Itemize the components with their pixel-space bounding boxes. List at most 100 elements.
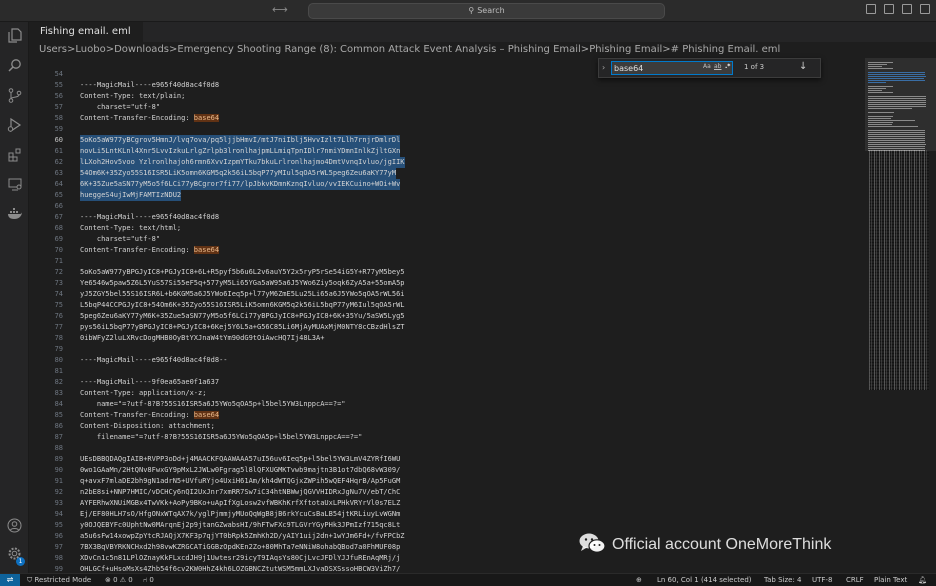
remote-explorer-icon[interactable] [6,178,23,195]
line-content: pys56iL5bqP77yBPGJyIC8+PGJyIC8+6Kej5Y6L5… [80,323,405,331]
line-text: charset="utf-8" [80,234,160,245]
minimap-line [868,82,886,83]
code-line[interactable]: 91 q+avxF7mlaDE2bh9gN1adrN5+UVfuRYjo4UxiH… [29,476,865,487]
toggle-secondary-sidebar-icon[interactable] [902,4,912,14]
use-regex-toggle[interactable]: .* [725,63,730,70]
gear-icon[interactable]: 1 [6,546,25,566]
line-number: 98 [54,554,63,562]
code-line[interactable]: 65 hueggeS4ujIwMjFAMTIzNDU2 [29,190,865,201]
bell-icon[interactable]: 🔔︎ [918,574,927,586]
ports-indicator[interactable]: ⑁ 0 [143,574,154,586]
toggle-primary-sidebar-icon[interactable] [866,4,876,14]
line-text: L5bqP44CCPGJyIC8+54Om6K+35Zyo55S16ISR5Li… [80,300,405,311]
cursor-position[interactable]: Ln 60, Col 1 (414 selected) [657,574,752,586]
code-line[interactable]: 94 Ej/EF80HLH7sO/HfgONxWTqAX7k/yglPjmmjyM… [29,509,865,520]
language-mode[interactable]: Plain Text [874,574,907,586]
source-control-icon[interactable] [6,88,23,105]
command-center-search[interactable]: ⚲ Search [308,3,665,19]
code-line[interactable]: 56 Content-Type: text/plain; [29,91,865,102]
toggle-panel-icon[interactable] [884,4,894,14]
status-bar: ⇌ ⛉ Restricted Mode ⊗ 0 ⚠ 0 ⑁ 0 ⊕ Ln 60,… [0,573,936,586]
minimap-line [868,96,926,97]
line-number: 66 [54,202,63,210]
code-line[interactable]: 73 Ye6546w5paw5Z6L5YuS57Si55eF5q+577yM5Li… [29,278,865,289]
code-line[interactable]: 95 y0OJQEBYFc0UphtNw0MArqnEj2p9jtanGZwabs… [29,520,865,531]
breadcrumb[interactable]: Users>Luobo>Downloads>Emergency Shooting… [29,42,936,58]
code-line[interactable]: 68 Content-Type: text/html; [29,223,865,234]
line-number: 57 [54,103,63,111]
code-line[interactable]: 89 UEsDBBQDAQgIAIB+RVPP3oDd+j4MAACKFQAAWA… [29,454,865,465]
code-line[interactable]: 98 XDvCn1c5n81LPlOZnayKkFLxcdJH9j1Uwtesr2… [29,553,865,564]
minimap-line [868,140,925,141]
next-match-arrow-icon[interactable]: ↓ [799,61,807,72]
account-icon[interactable] [6,518,23,535]
code-line[interactable]: 69 charset="utf-8" [29,234,865,245]
code-editor[interactable]: 54 55 ----MagicMail----e965f40d8ac4f0d8 56 C… [29,58,865,573]
remote-icon[interactable]: ⇌ [0,574,20,586]
customize-layout-icon[interactable] [920,4,930,14]
tab-size[interactable]: Tab Size: 4 [764,574,801,586]
line-content: hueggeS4ujIwMjFAMTIzNDU2 [80,191,182,199]
code-line[interactable]: 63 54Om6K+35Zyo55S16ISR5LiK5omn6KGM5q2k56… [29,168,865,179]
code-line[interactable]: 61 novLi5LntKLnl4Xnr5LvvIzkuLrlgZrlpb3lro… [29,146,865,157]
docker-icon[interactable] [6,208,23,225]
line-content: filename="=?utf-8?B?55S16ISR5a6J5YWo5qOA… [80,433,363,441]
code-line[interactable]: 59 [29,124,865,135]
file-encoding[interactable]: UTF-8 [812,574,832,586]
line-content: Content-Type: application/x-z; [80,389,207,397]
line-number: 67 [54,213,63,221]
restricted-mode-indicator[interactable]: ⛉ Restricted Mode [27,574,91,586]
code-line[interactable]: 86 Content-Disposition: attachment; [29,421,865,432]
minimap[interactable] [865,58,936,573]
code-line[interactable]: 81 [29,366,865,377]
line-number: 83 [54,389,63,397]
code-line[interactable]: 55 ----MagicMail----e965f40d8ac4f0d8 [29,80,865,91]
run-debug-icon[interactable] [6,117,23,135]
code-line[interactable]: 70 Content-Transfer-Encoding: base64 [29,245,865,256]
code-line[interactable]: 85 Content-Transfer-Encoding: base64 [29,410,865,421]
code-line[interactable]: 93 AYFERhwXNUiMGBx4TwVKk+AoPy9BKo+uApIfXg… [29,498,865,509]
code-line[interactable]: 67 ----MagicMail----e965f40d8ac4f0d8 [29,212,865,223]
code-line[interactable]: 80 ----MagicMail----e965f40d8ac4f0d8-- [29,355,865,366]
line-text: 6K+35Zue5aSN77yM5o5f6LCi77yBCgror7fi77/l… [80,179,401,190]
code-line[interactable]: 76 5peg6Zeu6aKY77yM6K+35Zue5aSN77yM5o5f6L… [29,311,865,322]
match-case-toggle[interactable]: Aa [703,63,711,70]
code-line[interactable]: 57 charset="utf-8" [29,102,865,113]
code-line[interactable]: 75 L5bqP44CCPGJyIC8+54Om6K+35Zyo55S16ISR5… [29,300,865,311]
line-text: AYFERhwXNUiMGBx4TwVKk+AoPy9BKo+uApIfXgLo… [80,498,400,509]
code-line[interactable]: 77 pys56iL5bqP77yBPGJyIC8+PGJyIC8+6Kej5Y6… [29,322,865,333]
minimap-line [868,78,924,79]
toggle-replace-chevron-icon[interactable]: › [602,63,605,72]
tab-fishing-email[interactable]: Fishing email. eml [29,22,143,42]
code-line[interactable]: 60 5oKo5aW977yBCgrov5HmnJ/lvq7ova/pq5ljjb… [29,135,865,146]
code-line[interactable]: 62 lLXoh2Hov5voo Yzlronlhajoh6rmn6XvvIzpm… [29,157,865,168]
code-line[interactable]: 83 Content-Type: application/x-z; [29,388,865,399]
line-text: ----MagicMail----e965f40d8ac4f0d8-- [80,355,228,366]
line-number: 71 [54,257,63,265]
code-line[interactable]: 99 OHLGCf+uHsoMsXs4Zhb54f6cv2KW0HhZ4kh6LO… [29,564,865,573]
code-line[interactable]: 90 0wo1GAaMn/2HtQNv8FwxGY9pMxL2JWLw0Fgrag… [29,465,865,476]
code-line[interactable]: 72 5oKo5aW977yBPGJyIC8+PGJyIC8+6L+R5pyf5b… [29,267,865,278]
code-line[interactable]: 82 ----MagicMail----9f0ea65ae0f1a637 [29,377,865,388]
end-of-line[interactable]: CRLF [846,574,864,586]
code-line[interactable]: 78 0ibWFyZ2luLXRvcDogMHB0OyBtYXJnaW4tYm90… [29,333,865,344]
code-line[interactable]: 58 Content-Transfer-Encoding: base64 [29,113,865,124]
code-line[interactable]: 71 [29,256,865,267]
line-number: 75 [54,301,63,309]
zoom-icon[interactable]: ⊕ [636,574,642,586]
code-line[interactable]: 88 [29,443,865,454]
minimap-line [868,86,893,87]
nav-arrows-icon[interactable]: ⟷ [272,3,288,16]
files-icon[interactable] [6,28,23,45]
match-whole-word-toggle[interactable]: ab [714,63,722,70]
problems-indicator[interactable]: ⊗ 0 ⚠ 0 [105,574,133,586]
code-line[interactable]: 84 name="=?utf-8?B?55S16ISR5a6J5YWo5qOA5… [29,399,865,410]
code-line[interactable]: 66 [29,201,865,212]
search-icon[interactable] [6,58,23,75]
code-line[interactable]: 92 n2bE8si+NNP7HMIC/vDCHCy6nQI2UxJnr7xmRR… [29,487,865,498]
extensions-icon[interactable] [6,148,23,165]
code-line[interactable]: 79 [29,344,865,355]
code-line[interactable]: 64 6K+35Zue5aSN77yM5o5f6LCi77yBCgror7fi77… [29,179,865,190]
code-line[interactable]: 74 yJ5ZGY5bel55S16ISR6L+b6KGM5a6J5YWo6Ieq… [29,289,865,300]
code-line[interactable]: 87 filename="=?utf-8?B?55S16ISR5a6J5YWo5… [29,432,865,443]
